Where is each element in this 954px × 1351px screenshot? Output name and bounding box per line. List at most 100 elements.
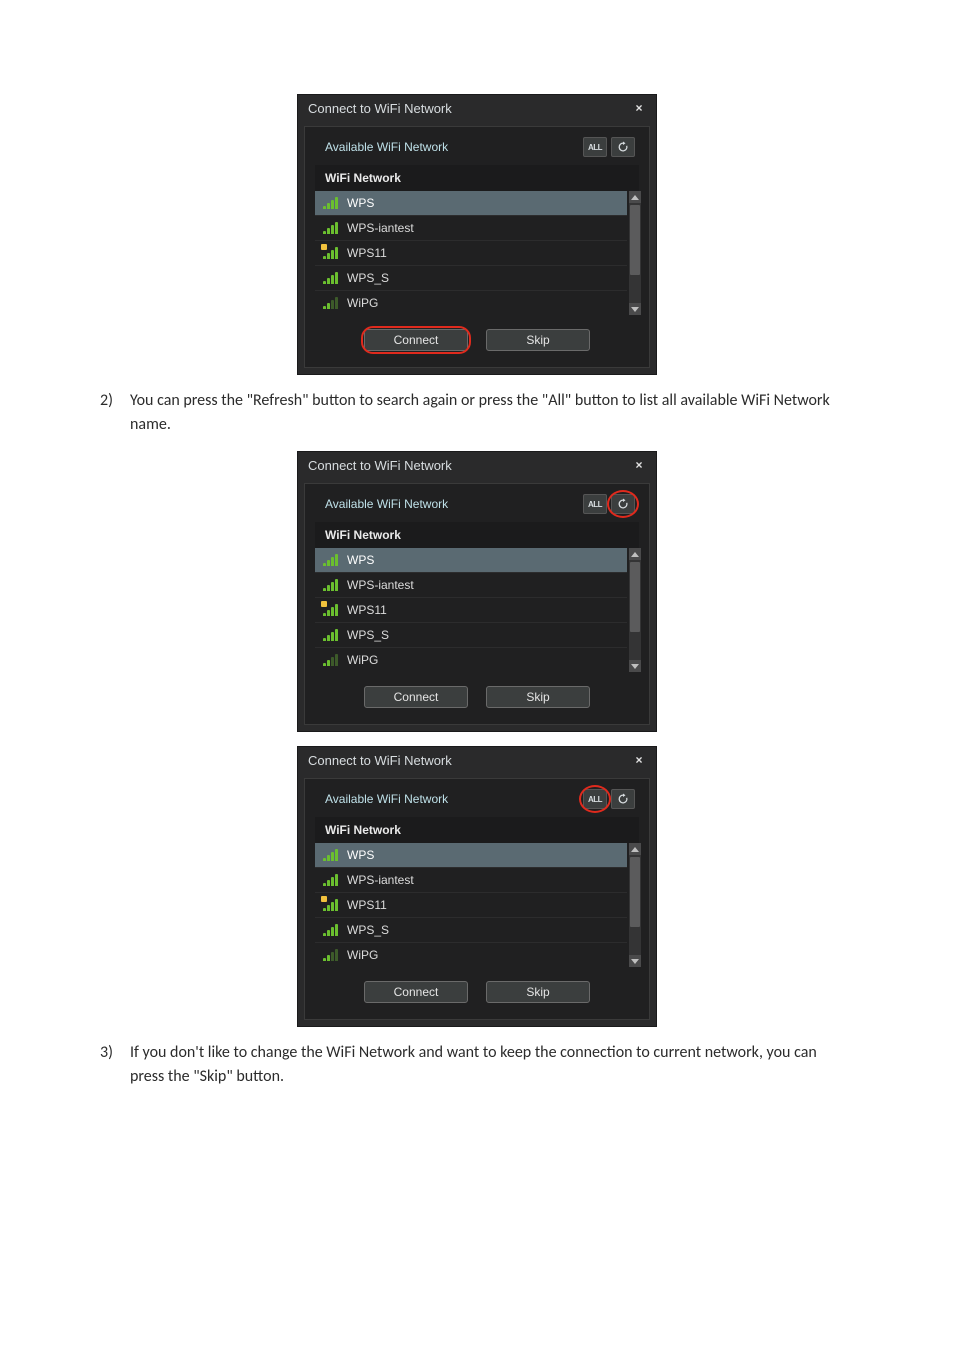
- refresh-icon: [617, 498, 629, 510]
- dialog-body: Available WiFi Network ALL WiFi Network: [304, 778, 650, 1020]
- network-row-wipg[interactable]: WiPG: [315, 290, 627, 315]
- signal-icon: [323, 629, 339, 641]
- skip-button[interactable]: Skip: [486, 329, 590, 351]
- network-name: WPS-iantest: [347, 578, 414, 592]
- scroll-down-button[interactable]: [629, 955, 641, 967]
- network-row-wps-s[interactable]: WPS_S: [315, 917, 627, 942]
- network-row-wipg[interactable]: WiPG: [315, 647, 627, 672]
- scroll-down-button[interactable]: [629, 303, 641, 315]
- skip-button[interactable]: Skip: [486, 686, 590, 708]
- list-marker-2: 2): [100, 389, 130, 413]
- refresh-icon: [617, 141, 629, 153]
- signal-icon: [323, 899, 339, 911]
- network-name: WPS_S: [347, 923, 389, 937]
- signal-icon: [323, 924, 339, 936]
- signal-icon: [323, 849, 339, 861]
- chevron-down-icon: [631, 959, 639, 964]
- network-list: WPS WPS-iantest WPS11 WPS_S: [315, 843, 627, 967]
- refresh-button[interactable]: [611, 789, 635, 809]
- signal-icon: [323, 222, 339, 234]
- network-row-wps11[interactable]: WPS11: [315, 597, 627, 622]
- skip-button[interactable]: Skip: [486, 981, 590, 1003]
- signal-icon: [323, 272, 339, 284]
- signal-icon: [323, 554, 339, 566]
- scrollbar[interactable]: [629, 843, 641, 967]
- network-name: WPS11: [347, 246, 387, 260]
- list-marker-3: 3): [100, 1041, 130, 1065]
- all-button[interactable]: ALL: [583, 494, 607, 514]
- refresh-button[interactable]: [611, 137, 635, 157]
- scroll-thumb[interactable]: [630, 857, 640, 927]
- connect-button[interactable]: Connect: [364, 329, 468, 351]
- signal-icon: [323, 949, 339, 961]
- chevron-down-icon: [631, 307, 639, 312]
- refresh-button[interactable]: [611, 494, 635, 514]
- network-name: WiPG: [347, 653, 378, 667]
- close-icon[interactable]: ×: [632, 459, 646, 473]
- available-networks-label: Available WiFi Network: [325, 792, 579, 806]
- close-icon[interactable]: ×: [632, 102, 646, 116]
- dialog-body: Available WiFi Network ALL WiFi Network …: [304, 126, 650, 368]
- network-name: WPS-iantest: [347, 873, 414, 887]
- network-row-wps-s[interactable]: WPS_S: [315, 622, 627, 647]
- scroll-down-button[interactable]: [629, 660, 641, 672]
- network-list-header: WiFi Network: [315, 522, 639, 548]
- signal-icon: [323, 247, 339, 259]
- available-networks-label: Available WiFi Network: [325, 497, 579, 511]
- refresh-icon: [617, 793, 629, 805]
- scroll-track[interactable]: [629, 203, 641, 303]
- dialog-title: Connect to WiFi Network: [308, 753, 632, 768]
- network-name: WPS: [347, 553, 374, 567]
- network-row-wps-iantest[interactable]: WPS-iantest: [315, 215, 627, 240]
- network-list-header: WiFi Network: [315, 817, 639, 843]
- network-row-wps-iantest[interactable]: WPS-iantest: [315, 572, 627, 597]
- connect-button[interactable]: Connect: [364, 686, 468, 708]
- dialog-title: Connect to WiFi Network: [308, 458, 632, 473]
- wifi-dialog-2: Connect to WiFi Network × Available WiFi…: [297, 451, 657, 732]
- scroll-track[interactable]: [629, 855, 641, 955]
- network-name: WiPG: [347, 948, 378, 962]
- scrollbar[interactable]: [629, 548, 641, 672]
- signal-icon: [323, 874, 339, 886]
- scroll-track[interactable]: [629, 560, 641, 660]
- dialog-body: Available WiFi Network ALL WiFi Network …: [304, 483, 650, 725]
- wifi-dialog-1: Connect to WiFi Network × Available WiFi…: [297, 94, 657, 375]
- dialog-title: Connect to WiFi Network: [308, 101, 632, 116]
- network-row-wps11[interactable]: WPS11: [315, 240, 627, 265]
- network-name: WPS_S: [347, 271, 389, 285]
- scroll-up-button[interactable]: [629, 843, 641, 855]
- close-icon[interactable]: ×: [632, 754, 646, 768]
- network-row-wps[interactable]: WPS: [315, 843, 627, 867]
- scroll-thumb[interactable]: [630, 205, 640, 275]
- dialog-titlebar: Connect to WiFi Network ×: [298, 747, 656, 774]
- paragraph-2: You can press the "Refresh" button to se…: [130, 389, 854, 437]
- network-list: WPS WPS-iantest WPS11 WPS_S: [315, 191, 627, 315]
- network-row-wipg[interactable]: WiPG: [315, 942, 627, 967]
- available-networks-label: Available WiFi Network: [325, 140, 579, 154]
- all-button[interactable]: ALL: [583, 789, 607, 809]
- network-row-wps-s[interactable]: WPS_S: [315, 265, 627, 290]
- network-row-wps[interactable]: WPS: [315, 191, 627, 215]
- chevron-up-icon: [631, 552, 639, 557]
- network-name: WPS-iantest: [347, 221, 414, 235]
- scroll-up-button[interactable]: [629, 191, 641, 203]
- network-name: WPS11: [347, 603, 387, 617]
- network-name: WiPG: [347, 296, 378, 310]
- wifi-dialog-3: Connect to WiFi Network × Available WiFi…: [297, 746, 657, 1027]
- network-list: WPS WPS-iantest WPS11 WPS_S: [315, 548, 627, 672]
- signal-icon: [323, 197, 339, 209]
- signal-icon: [323, 604, 339, 616]
- scroll-up-button[interactable]: [629, 548, 641, 560]
- network-name: WPS11: [347, 898, 387, 912]
- scroll-thumb[interactable]: [630, 562, 640, 632]
- chevron-up-icon: [631, 195, 639, 200]
- network-row-wps11[interactable]: WPS11: [315, 892, 627, 917]
- network-name: WPS: [347, 848, 374, 862]
- dialog-titlebar: Connect to WiFi Network ×: [298, 452, 656, 479]
- connect-button[interactable]: Connect: [364, 981, 468, 1003]
- signal-icon: [323, 579, 339, 591]
- network-row-wps-iantest[interactable]: WPS-iantest: [315, 867, 627, 892]
- network-row-wps[interactable]: WPS: [315, 548, 627, 572]
- all-button[interactable]: ALL: [583, 137, 607, 157]
- scrollbar[interactable]: [629, 191, 641, 315]
